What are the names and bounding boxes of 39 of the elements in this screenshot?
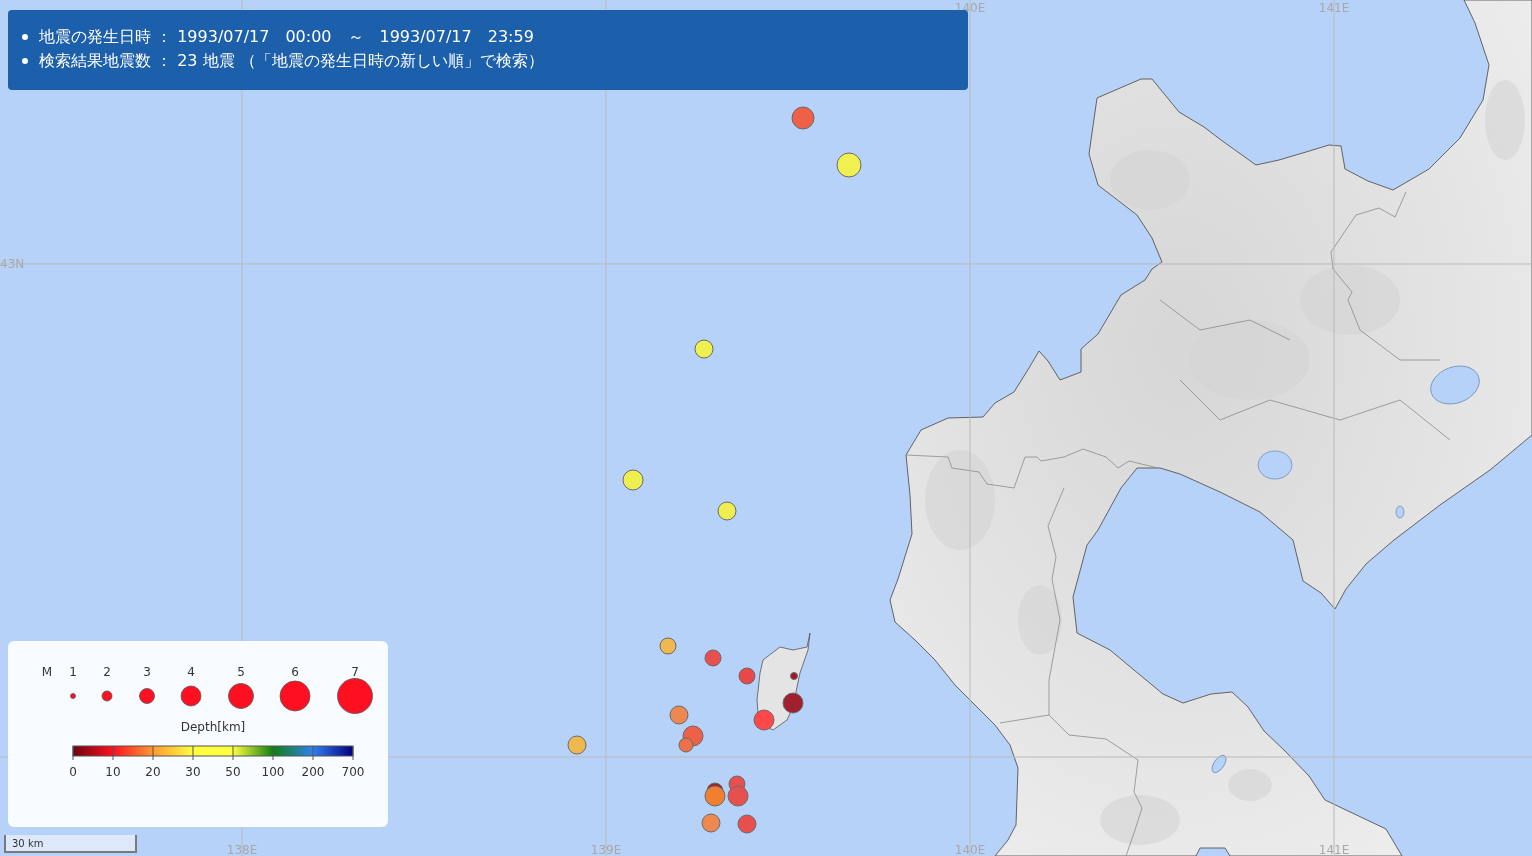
depth-tick-label: 20 xyxy=(145,765,161,779)
magnitude-circle-icon xyxy=(228,683,254,709)
lake xyxy=(1430,365,1480,405)
magnitude-label: 4 xyxy=(187,665,195,679)
grid-label: 138E xyxy=(226,843,258,856)
magnitude-label: 1 xyxy=(69,665,77,679)
magnitude-circle-icon xyxy=(139,688,155,704)
scale-bar: 30 km xyxy=(4,835,137,853)
magnitude-circle-icon xyxy=(279,680,311,712)
grid-label: 43N xyxy=(0,257,25,271)
depth-tick-label: 100 xyxy=(261,765,285,779)
grid-label: 140E xyxy=(954,843,986,856)
depth-tick-label: 0 xyxy=(69,765,77,779)
lake xyxy=(1211,754,1227,774)
bullet-icon xyxy=(22,34,28,40)
magnitude-circle-icon xyxy=(180,685,202,707)
depth-tick-label: 200 xyxy=(301,765,325,779)
info-text: 地震の発生日時 ： 1993/07/17 00:00 ～ 1993/07/17 23:59 xyxy=(39,26,534,48)
bullet-icon xyxy=(22,58,28,64)
magnitude-label: 7 xyxy=(351,665,359,679)
info-text: 検索結果地震数 ： 23 地震 （「地震の発生日時の新しい順」で検索） xyxy=(39,50,544,72)
depth-tick-label: 700 xyxy=(341,765,365,779)
magnitude-circle-icon xyxy=(101,690,113,702)
magnitude-label: 5 xyxy=(237,665,245,679)
magnitude-label: 6 xyxy=(291,665,299,679)
magnitude-circle-icon xyxy=(70,693,76,699)
lake xyxy=(1395,505,1405,519)
magnitude-label: 3 xyxy=(143,665,151,679)
magnitude-label: M xyxy=(41,665,53,679)
grid-label: 139E xyxy=(590,843,622,856)
grid-label: 141E xyxy=(1318,843,1350,856)
magnitude-circle-icon xyxy=(337,678,373,714)
magnitude-label: 2 xyxy=(103,665,111,679)
depth-tick-label: 10 xyxy=(105,765,121,779)
depth-tick-label: 50 xyxy=(225,765,241,779)
lake xyxy=(1257,450,1293,480)
depth-tick-label: 30 xyxy=(185,765,201,779)
depth-title: Depth[km] xyxy=(180,720,246,734)
grid-label: 141E xyxy=(1318,1,1350,15)
